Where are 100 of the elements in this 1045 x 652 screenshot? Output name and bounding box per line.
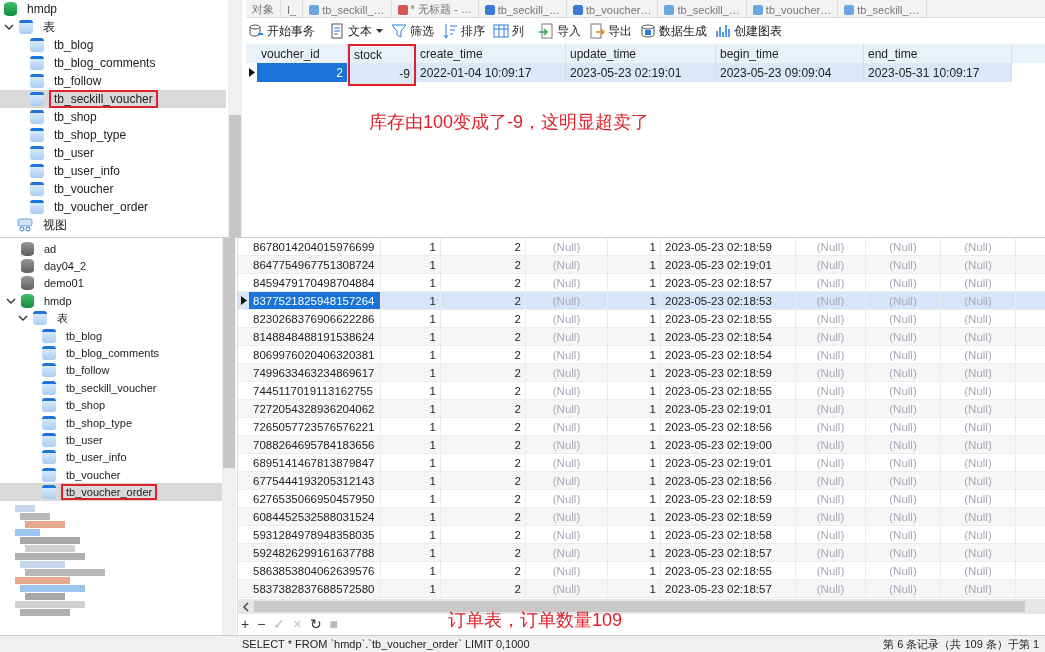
tree-item[interactable]: 表 xyxy=(38,16,60,38)
table-row[interactable]: 8647754967751308724 1 2 (Null) 1 2023-05-23 02:19:01 (Null) (Null) (Null) xyxy=(238,256,1045,274)
tab[interactable]: * 无标题 - … xyxy=(391,0,479,17)
table-row[interactable]: 5837382837688572580 1 2 (Null) 1 2023-05-23 02:18:57 (Null) (Null) (Null) xyxy=(238,580,1045,598)
toolbar-button[interactable]: 列 xyxy=(491,20,526,42)
table-cell: (Null) xyxy=(526,328,608,345)
tree-item[interactable]: day04_2 xyxy=(39,258,92,275)
tab[interactable]: tb_seckill_… xyxy=(838,0,927,17)
table-cell: 8459479170498704884 xyxy=(249,274,381,291)
chevron-icon[interactable] xyxy=(4,22,14,32)
edit-button[interactable]: + xyxy=(238,616,253,632)
table-row[interactable]: 5924826299161637788 1 2 (Null) 1 2023-05-23 02:18:57 (Null) (Null) (Null) xyxy=(238,544,1045,562)
table-cell: (Null) xyxy=(866,292,941,309)
tree-item[interactable]: tb_user xyxy=(49,144,100,162)
edit-button[interactable]: − xyxy=(254,616,269,632)
toolbar-button[interactable]: 筛选 xyxy=(389,20,436,42)
tree-item[interactable]: tb_user xyxy=(61,432,108,448)
tree-item[interactable]: tb_seckill_voucher xyxy=(49,90,158,108)
tree-item[interactable]: tb_follow xyxy=(49,72,107,90)
tree-item[interactable]: tb_shop_type xyxy=(49,126,132,144)
tab[interactable]: tb_seckill_… xyxy=(303,0,392,17)
table-cell: 1 xyxy=(608,292,661,309)
table-cell: 2 xyxy=(441,508,526,525)
table-cell: 1 xyxy=(608,418,661,435)
toolbar-button[interactable]: 文本 xyxy=(327,20,385,42)
table-cell: 8230268376906622286 xyxy=(249,310,381,327)
table-cell: (Null) xyxy=(526,544,608,561)
table-row[interactable]: 7499633463234869617 1 2 (Null) 1 2023-05-23 02:18:59 (Null) (Null) (Null) xyxy=(238,364,1045,382)
tree-item[interactable]: tb_voucher xyxy=(61,466,126,483)
record-info: 第 6 条记录（共 109 条）于第 1 xyxy=(883,636,1040,652)
table-cell: 2023-05-23 02:18:57 xyxy=(661,274,796,291)
toolbar-button[interactable]: 创建图表 xyxy=(713,20,784,42)
scrollbar-thumb[interactable] xyxy=(223,238,235,468)
table-cell: (Null) xyxy=(526,418,608,435)
tab[interactable]: tb_seckill_… xyxy=(478,0,568,17)
table-cell: (Null) xyxy=(796,292,866,309)
tree-item[interactable]: tb_seckill_voucher xyxy=(61,379,162,396)
table-cell: 2023-05-23 02:18:56 xyxy=(661,472,796,489)
tree-item[interactable]: tb_voucher xyxy=(49,180,119,198)
scrollbar-thumb[interactable] xyxy=(229,115,241,237)
table-row[interactable]: 7088264695784183656 1 2 (Null) 1 2023-05-23 02:19:00 (Null) (Null) (Null) xyxy=(238,436,1045,454)
table-cell: 1 xyxy=(381,310,441,327)
tree-item[interactable]: tb_voucher_order xyxy=(49,198,154,216)
table-cell: 8148848488191538624 xyxy=(249,328,381,345)
tree-item[interactable]: demo01 xyxy=(39,275,89,292)
tree-item[interactable]: tb_blog xyxy=(61,327,108,344)
tree-item[interactable]: tb_user_info xyxy=(49,162,126,180)
table-cell: (Null) xyxy=(941,454,1016,471)
table-cell: 1 xyxy=(608,256,661,273)
scrollbar-thumb[interactable] xyxy=(254,601,1025,612)
tree-item[interactable]: tb_user_info xyxy=(61,449,132,466)
table-cell: 1 xyxy=(381,382,441,399)
table-cell: (Null) xyxy=(796,436,866,453)
tree-item[interactable]: ad xyxy=(39,240,62,257)
table-row[interactable]: 7272054328936204062 1 2 (Null) 1 2023-05-23 02:19:01 (Null) (Null) (Null) xyxy=(238,400,1045,418)
table-row[interactable]: 6775444193205312143 1 2 (Null) 1 2023-05-23 02:18:56 (Null) (Null) (Null) xyxy=(238,472,1045,490)
tab[interactable]: tb_voucher… xyxy=(746,0,839,17)
tree-item[interactable]: 表 xyxy=(52,308,73,328)
table-cell: (Null) xyxy=(941,328,1016,345)
tree-item[interactable]: tb_shop_type xyxy=(61,414,138,431)
table-cell: (Null) xyxy=(796,490,866,507)
table-cell: (Null) xyxy=(866,472,941,489)
toolbar-button[interactable]: 导出 xyxy=(587,20,634,42)
tree-item[interactable]: tb_blog xyxy=(49,36,99,54)
table-cell: (Null) xyxy=(866,562,941,579)
table-row[interactable]: 8377521825948157264 1 2 (Null) 1 2023-05-23 02:18:53 (Null) (Null) (Null) xyxy=(238,292,1045,310)
table-cell: (Null) xyxy=(866,382,941,399)
table-cell: (Null) xyxy=(941,400,1016,417)
tab[interactable]: tb_seckill_… xyxy=(658,0,747,17)
toolbar-button[interactable]: 导入 xyxy=(536,20,583,42)
tree-item[interactable]: tb_blog_comments xyxy=(61,345,164,362)
table-cell: (Null) xyxy=(526,364,608,381)
scroll-left-icon[interactable] xyxy=(242,601,250,612)
tab[interactable]: 对象 xyxy=(246,0,281,17)
table-cell: 2023-05-23 02:19:01 xyxy=(661,256,796,273)
edit-button[interactable]: ↻ xyxy=(306,616,325,632)
tree-item[interactable]: hmdp xyxy=(22,0,63,18)
tree-item[interactable]: tb_voucher_order xyxy=(61,484,158,501)
tree-item[interactable]: tb_shop xyxy=(61,397,111,414)
tree-item[interactable]: hmdp xyxy=(39,292,77,309)
toolbar-button[interactable]: 数据生成 xyxy=(638,20,709,42)
table-cell: 1 xyxy=(608,364,661,381)
tree-item[interactable]: 视图 xyxy=(38,214,72,236)
tree-item[interactable]: tb_follow xyxy=(61,362,115,379)
toolbar-button[interactable]: 开始事务 xyxy=(246,20,317,42)
table-cell: (Null) xyxy=(866,256,941,273)
table-cell: (Null) xyxy=(866,346,941,363)
caret-icon xyxy=(376,28,383,34)
table-cell: 2 xyxy=(441,580,526,597)
table-cell: (Null) xyxy=(526,238,608,255)
toolbar-button[interactable]: 排序 xyxy=(440,20,487,42)
tab[interactable]: I_ xyxy=(281,0,304,17)
table-row[interactable]: 8148848488191538624 1 2 (Null) 1 2023-05-23 02:18:54 (Null) (Null) (Null) xyxy=(238,328,1045,346)
table-cell: 2 xyxy=(441,274,526,291)
tab[interactable]: tb_voucher… xyxy=(567,0,659,17)
tree-item[interactable]: tb_shop xyxy=(49,108,102,126)
tree-item[interactable]: tb_blog_comments xyxy=(49,54,161,72)
table-cell: 2023-05-23 02:18:53 xyxy=(661,292,796,309)
table-cell: 1 xyxy=(381,508,441,525)
table-row[interactable]: 6084452532588031524 1 2 (Null) 1 2023-05-23 02:18:59 (Null) (Null) (Null) xyxy=(238,508,1045,526)
